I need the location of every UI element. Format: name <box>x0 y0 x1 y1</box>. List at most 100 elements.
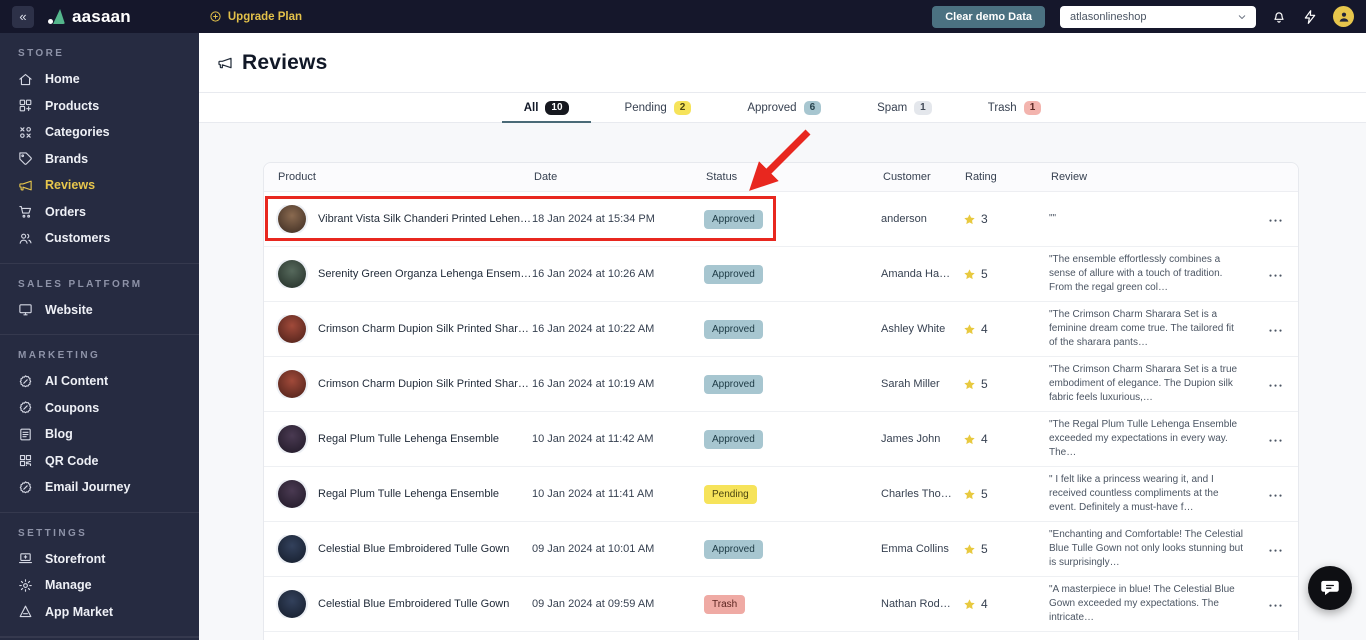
store-selector-value: atlasonlineshop <box>1070 10 1147 23</box>
table-row[interactable]: Vibrant Vista Silk Chanderi Printed Lehe… <box>264 192 1298 247</box>
circle-plus-icon <box>209 10 222 23</box>
product-name: Celestial Blue Embroidered Tulle Gown <box>318 598 510 610</box>
sidebar-item-categories[interactable]: Categories <box>0 119 199 146</box>
notifications-bell-icon[interactable] <box>1271 9 1287 25</box>
row-actions-button[interactable]: ●●● <box>1269 548 1284 554</box>
status-cell: Trash <box>704 594 881 614</box>
sidebar-item-customers[interactable]: Customers <box>0 225 199 252</box>
product-image <box>278 590 306 618</box>
table-row[interactable]: Serenity Green Organza Lehenga Ensemble 1… <box>264 247 1298 302</box>
product-name: Celestial Blue Embroidered Tulle Gown <box>318 543 510 555</box>
sidebar-item-qr-code[interactable]: QR Code <box>0 448 199 475</box>
sidebar-item-brands[interactable]: Brands <box>0 146 199 173</box>
row-actions-button[interactable]: ●●● <box>1269 603 1284 609</box>
customer-cell: Sarah Miller <box>881 378 940 390</box>
column-header-customer: Customer <box>883 171 931 183</box>
sidebar-section-heading: SETTINGS <box>18 527 88 539</box>
table-row[interactable]: Celestial Blue Embroidered Tulle Gown 09 … <box>264 577 1298 632</box>
row-actions-button[interactable]: ●●● <box>1269 218 1284 224</box>
table-row[interactable]: Pending"The epitome of grace! Wearing th… <box>264 632 1298 640</box>
sidebar-item-email-journey[interactable]: Email Journey <box>0 474 199 501</box>
row-actions-button[interactable]: ●●● <box>1269 493 1284 499</box>
row-actions-button[interactable]: ●●● <box>1269 438 1284 444</box>
row-actions-button[interactable]: ●●● <box>1269 273 1284 279</box>
aasaan-logo-icon <box>48 9 65 24</box>
status-cell: Approved <box>704 209 881 229</box>
activity-bolt-icon[interactable] <box>1302 9 1318 25</box>
sidebar-section-heading: SALES PLATFORM <box>18 278 143 290</box>
status-cell: Approved <box>704 539 881 559</box>
date-cell: 16 Jan 2024 at 10:22 AM <box>532 323 655 335</box>
actions-cell: ●●● <box>1264 598 1298 610</box>
sidebar-item-orders[interactable]: Orders <box>0 199 199 226</box>
sidebar-item-label: Customers <box>45 231 111 246</box>
date-cell: 18 Jan 2024 at 15:34 PM <box>532 213 655 225</box>
upgrade-plan-link[interactable]: Upgrade Plan <box>209 10 302 23</box>
tab-spam[interactable]: Spam 1 <box>851 93 958 122</box>
tab-approved[interactable]: Approved 6 <box>721 93 847 122</box>
star-icon <box>963 378 976 391</box>
sidebar-item-website[interactable]: Website <box>0 297 199 324</box>
sidebar-section-marketing: MARKETING AI Content Coupons Blog QR Code Ema… <box>0 335 199 513</box>
sidebar-item-label: QR Code <box>45 453 99 468</box>
user-avatar[interactable] <box>1333 6 1354 27</box>
sidebar-section-heading: MARKETING <box>18 350 101 361</box>
sidebar-item-home[interactable]: Home <box>0 66 199 93</box>
app-logo[interactable]: aasaan <box>48 7 131 27</box>
sidebar-item-storefront[interactable]: Storefront <box>0 546 199 573</box>
rating-cell: 4 <box>963 322 1049 336</box>
product-image <box>278 425 306 453</box>
sidebar-item-label: Storefront <box>45 551 106 566</box>
sidebar-item-products[interactable]: Products <box>0 93 199 120</box>
tab-trash[interactable]: Trash 1 <box>962 93 1068 122</box>
rating-value: 5 <box>981 542 988 556</box>
product-cell: Crimson Charm Dupion Silk Printed Sharar… <box>264 315 532 343</box>
actions-cell: ●●● <box>1264 378 1298 390</box>
table-row[interactable]: Celestial Blue Embroidered Tulle Gown 09 … <box>264 522 1298 577</box>
sidebar-item-reviews[interactable]: Reviews <box>0 172 199 199</box>
product-name: Crimson Charm Dupion Silk Printed Sharar… <box>318 378 532 390</box>
sidebar-item-manage[interactable]: Manage <box>0 572 199 599</box>
date-cell: 10 Jan 2024 at 11:41 AM <box>532 488 654 500</box>
sidebar-collapse-button[interactable]: « <box>12 5 34 28</box>
table-row[interactable]: Regal Plum Tulle Lehenga Ensemble 10 Jan … <box>264 467 1298 522</box>
tab-all[interactable]: All 10 <box>498 93 595 123</box>
row-actions-button[interactable]: ●●● <box>1269 383 1284 389</box>
table-row[interactable]: Regal Plum Tulle Lehenga Ensemble 10 Jan … <box>264 412 1298 467</box>
review-cell: "The ensemble effortlessly combines a se… <box>1049 254 1223 293</box>
customer-cell: Amanda Ha… <box>881 268 951 280</box>
column-header-status: Status <box>706 171 738 183</box>
product-image <box>278 205 306 233</box>
row-actions-button[interactable]: ●●● <box>1269 328 1284 334</box>
rating-value: 4 <box>981 432 988 446</box>
product-image <box>278 315 306 343</box>
reviews-icon <box>18 178 33 193</box>
sidebar-item-app-market[interactable]: App Market <box>0 599 199 626</box>
sidebar-item-blog[interactable]: Blog <box>0 421 199 448</box>
status-cell: Approved <box>704 319 881 339</box>
sidebar-item-label: Coupons <box>45 400 100 415</box>
sidebar-item-label: Blog <box>45 427 73 442</box>
table-row[interactable]: Crimson Charm Dupion Silk Printed Sharar… <box>264 302 1298 357</box>
tab-label: All <box>523 101 539 114</box>
product-name: Crimson Charm Dupion Silk Printed Sharar… <box>318 323 532 335</box>
clear-demo-data-button[interactable]: Clear demo Data <box>932 5 1045 28</box>
product-image <box>278 480 306 508</box>
storefront-icon <box>18 551 33 566</box>
table-row[interactable]: Crimson Charm Dupion Silk Printed Sharar… <box>264 357 1298 412</box>
rating-cell: 4 <box>963 432 1049 446</box>
store-selector[interactable]: atlasonlineshop <box>1060 5 1256 28</box>
sidebar-item-label: Products <box>45 98 100 113</box>
page-body: Product Date Status Customer Rating Review Vi… <box>199 123 1366 640</box>
status-badge: Approved <box>704 319 763 339</box>
chat-launcher-button[interactable] <box>1308 566 1352 610</box>
topbar-actions: Clear demo Data atlasonlineshop <box>932 5 1354 28</box>
rating-value: 5 <box>981 377 988 391</box>
sidebar-item-coupons[interactable]: Coupons <box>0 395 199 422</box>
reviews-megaphone-icon <box>217 55 233 71</box>
sidebar-item-ai-content[interactable]: AI Content <box>0 368 199 395</box>
sidebar-item-label: Categories <box>45 125 110 140</box>
sidebar-item-label: Orders <box>45 204 86 219</box>
column-header-product: Product <box>278 171 316 183</box>
tab-pending[interactable]: Pending 2 <box>599 93 718 122</box>
